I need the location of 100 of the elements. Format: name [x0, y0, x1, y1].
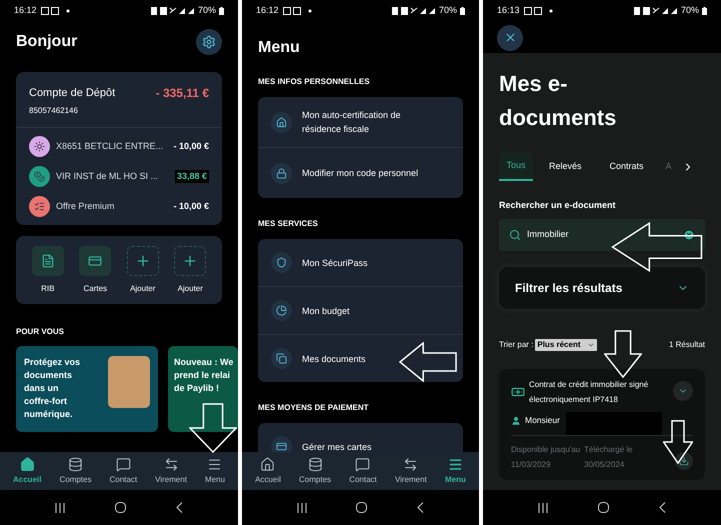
screen-title: Mes e-documents [499, 70, 618, 132]
sun-icon [34, 141, 45, 152]
menu-item-label: Mon budget [302, 304, 351, 318]
chat-icon [116, 456, 131, 472]
nav-tab[interactable]: Menu [204, 456, 225, 486]
nav-tab[interactable]: Comptes [299, 456, 332, 486]
house-icon [276, 116, 287, 128]
battery-level: 70% [198, 4, 216, 18]
shortcut-button[interactable]: Ajouter [126, 246, 159, 295]
document-title: Contrat de crédit immobilier signé électroniquement IP7418 [529, 378, 650, 406]
status-time: 16:12 [256, 4, 279, 18]
copy-icon [276, 353, 287, 364]
filter-tab[interactable]: Relevés [543, 153, 588, 181]
account-card[interactable]: Compte de Dépôt - 335,11 € 85057462146 X8651 BETCLIC ENTRE... - 10,00 € VIR INST de ML HO SI ... 33,88 € Offre Premium - 10,00 € [16, 72, 222, 225]
document-card[interactable]: Contrat de crédit immobilier signé électroniquement IP7418 Monsieur Disponible jusqu'au 11/03/2029 Téléchargé le 30/05/2024 [499, 368, 705, 480]
nav-tab[interactable]: Comptes [59, 456, 92, 486]
promo-text: Protégez vos documents dans un coffre-fort numérique. [24, 356, 82, 421]
menu-item[interactable]: Mes documents [258, 335, 463, 382]
filter-tab[interactable]: Tous [499, 153, 533, 181]
section-title: MES MOYENS DE PAIEMENT [258, 402, 370, 414]
database-icon [308, 456, 323, 472]
status-icons [392, 7, 436, 15]
settings-icon [202, 35, 216, 49]
settings-button[interactable] [196, 29, 222, 55]
search-field[interactable]: Immobilier [499, 218, 705, 250]
result-count: 1 Résultat [668, 338, 705, 350]
menu-item-label: Gérer mes cartes [302, 440, 373, 452]
card-icon [88, 254, 102, 268]
filter-tab[interactable]: Contrats [604, 153, 650, 181]
battery-level: 70% [680, 4, 699, 18]
account-number: 85057462146 [29, 105, 79, 117]
promo-card[interactable]: Protégez vos documents dans un coffre-fort numérique. [16, 346, 158, 432]
section-title: POUR VOUS [16, 326, 66, 338]
nav-tab[interactable]: Contact [109, 456, 138, 486]
coins-icon [34, 171, 45, 182]
notification-icons [524, 7, 554, 15]
holder-name: Monsieur [525, 414, 560, 427]
sort-label: Trier par : [499, 338, 534, 350]
transaction-label: X8651 BETCLIC ENTRE... [56, 140, 164, 153]
annotation-arrow [189, 403, 237, 453]
home-button-icon[interactable] [356, 502, 368, 513]
shortcut-button[interactable]: RIB [32, 246, 64, 295]
home-button-icon[interactable] [598, 502, 609, 513]
annotation-arrow [399, 342, 457, 382]
back-icon[interactable] [417, 502, 424, 513]
filter-panel[interactable]: Filtrer les résultats [499, 266, 705, 308]
nav-tab[interactable]: Menu [444, 456, 466, 486]
menu-item-label: Mon auto-certification de résidence fiscale [302, 109, 402, 136]
pie-chart-icon [276, 305, 287, 316]
menu-item[interactable]: Mon budget [258, 287, 463, 334]
recent-apps-icon[interactable] [55, 502, 65, 512]
battery-icon [219, 7, 224, 15]
menu-icon [448, 456, 463, 472]
home-button-icon[interactable] [115, 502, 126, 513]
document-icon [40, 254, 55, 268]
status-time: 16:12 [14, 4, 37, 18]
download-button[interactable] [675, 452, 693, 470]
shortcut-button[interactable]: Ajouter [174, 246, 206, 295]
screen-title: Menu [258, 38, 301, 58]
promo-card[interactable]: Nouveau : We prend le relai de Paylib ! [168, 346, 238, 432]
nav-tab[interactable]: Virement [155, 456, 187, 486]
menu-item[interactable]: Mon auto-certification de résidence fiscale [258, 97, 463, 147]
nav-tab[interactable]: Accueil [255, 456, 281, 486]
shortcut-button[interactable]: Cartes [79, 246, 112, 295]
search-label: Rechercher un e-document [499, 199, 617, 212]
recent-apps-icon[interactable] [538, 502, 548, 512]
recent-apps-icon[interactable] [296, 502, 307, 512]
close-button[interactable] [497, 24, 523, 50]
home-icon [20, 456, 35, 472]
account-balance: - 335,11 € [156, 85, 209, 102]
menu-icon [207, 456, 222, 472]
back-icon[interactable] [176, 502, 183, 513]
screen-title: Bonjour [16, 32, 78, 52]
account-name: Compte de Dépôt [29, 86, 116, 101]
battery-icon [460, 7, 465, 15]
nav-tab[interactable]: Contact [349, 456, 377, 486]
list-icon [34, 201, 45, 212]
annotation-arrow [604, 330, 642, 378]
menu-item-label: Modifier mon code personnel [302, 167, 420, 180]
menu-item-label: Mes documents [302, 352, 367, 366]
nav-tab[interactable]: Accueil [13, 456, 42, 486]
nav-tab[interactable]: Virement [394, 456, 427, 486]
status-icons [634, 7, 678, 15]
sort-select[interactable]: Plus récent [535, 338, 597, 350]
availability-label: Disponible jusqu'au [511, 444, 580, 456]
person-icon [511, 416, 521, 426]
status-icons [150, 7, 195, 15]
close-icon [504, 31, 516, 44]
annotation-arrow [663, 420, 693, 464]
menu-item[interactable]: Modifier mon code personnel [258, 148, 463, 198]
download-icon [679, 456, 689, 466]
card-icon [276, 441, 287, 452]
lock-icon [276, 168, 287, 178]
status-time: 16:13 [497, 4, 520, 18]
battery-icon [702, 7, 707, 15]
notification-icons [40, 7, 71, 15]
filter-label: Filtrer les résultats [515, 280, 622, 296]
back-icon[interactable] [659, 502, 666, 513]
transfer-icon [164, 456, 178, 472]
menu-item[interactable]: Mon SécuriPass [258, 239, 463, 286]
